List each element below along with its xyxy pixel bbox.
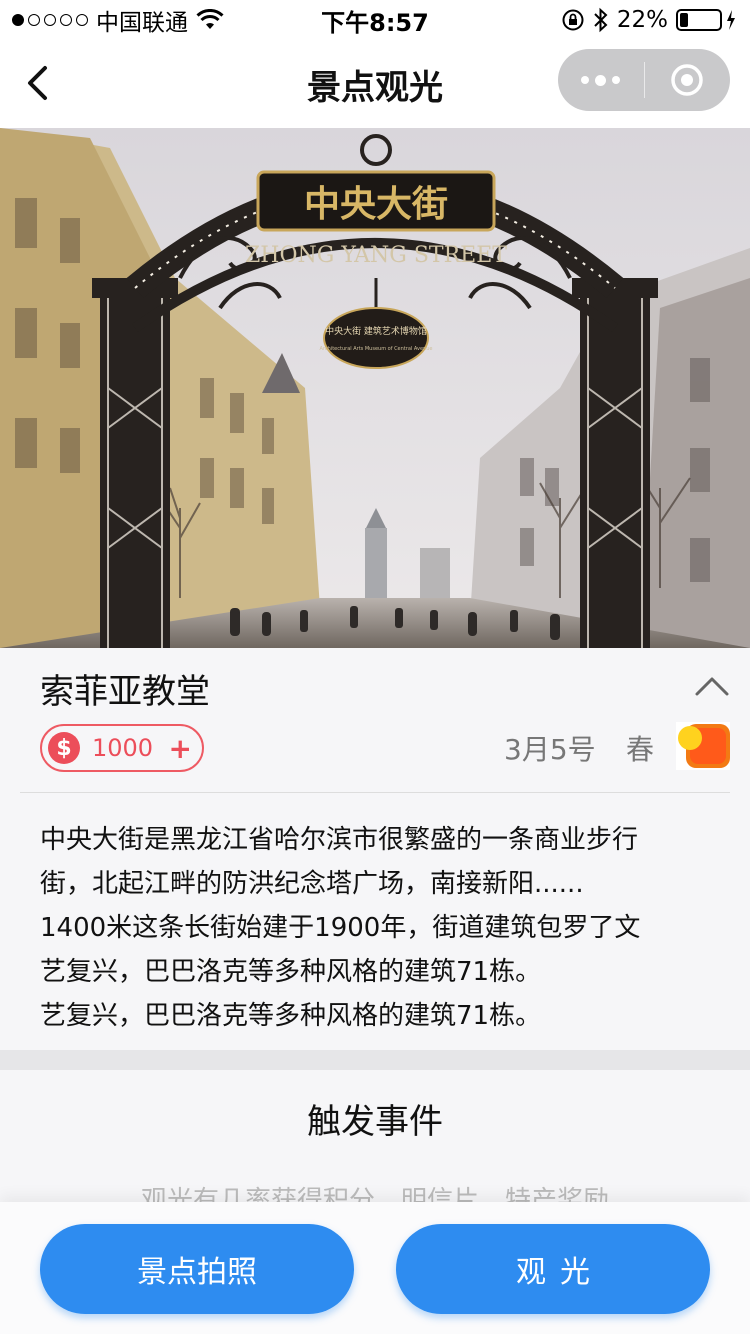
more-dot-icon xyxy=(581,76,590,84)
spot-photo: 中央大街 ZHONG YANG STREET 中央大街 建筑艺术博物馆 Arch… xyxy=(0,128,750,648)
coin-balance[interactable]: $ 1000 + xyxy=(40,724,204,772)
sightseeing-button[interactable]: 观光 xyxy=(396,1224,710,1314)
more-button[interactable] xyxy=(558,49,644,111)
mini-program-capsule xyxy=(558,49,730,111)
rotation-lock-icon xyxy=(562,9,584,31)
street-arch-illustration: 中央大街 ZHONG YANG STREET 中央大街 建筑艺术博物馆 Arch… xyxy=(0,128,750,648)
battery-percent: 22% xyxy=(616,7,668,33)
more-dot-icon xyxy=(595,74,607,86)
date-label: 3月5号 xyxy=(504,733,596,766)
description-line: 1400米这条长街始建于1900年，街道建筑包罗了文 xyxy=(40,913,641,943)
bottom-action-bar: 景点拍照 观光 xyxy=(0,1202,750,1334)
coin-value: 1000 xyxy=(92,734,154,762)
wifi-icon xyxy=(196,9,224,29)
battery-icon xyxy=(676,9,736,31)
sunny-weather-icon xyxy=(676,722,730,770)
spot-photo-button[interactable]: 景点拍照 xyxy=(40,1224,354,1314)
section-divider xyxy=(20,792,730,793)
spot-description: 中央大街是黑龙江省哈尔滨市很繁盛的一条商业步行 街，北起江畔的防洪纪念塔广场，南… xyxy=(40,818,730,1038)
status-bar: 中国联通 下午8:57 22% xyxy=(0,0,750,40)
season-label: 春 xyxy=(626,733,655,766)
page-title: 景点观光 xyxy=(307,67,443,108)
coin-icon: $ xyxy=(48,732,80,764)
arch-sign-en-text: ZHONG YANG STREET xyxy=(245,243,507,268)
status-left: 中国联通 xyxy=(12,3,224,37)
chevron-up-icon xyxy=(695,677,729,696)
arch-sign-text: 中央大街 xyxy=(304,183,448,225)
spot-info-card: 索菲亚教堂 $ 1000 + 3月5号 春 中央大街是黑龙江省哈尔滨市很繁盛的一… xyxy=(0,648,750,1050)
description-line: 中央大街是黑龙江省哈尔滨市很繁盛的一条商业步行 xyxy=(40,825,639,855)
collapse-button[interactable] xyxy=(690,666,734,706)
chevron-left-icon xyxy=(28,66,47,100)
nav-bar: 景点观光 xyxy=(0,40,750,128)
events-title: 触发事件 xyxy=(307,1102,443,1142)
back-button[interactable] xyxy=(14,58,60,108)
bluetooth-icon xyxy=(594,7,608,33)
add-coins-icon[interactable]: + xyxy=(169,732,192,765)
plaque-text: 中央大街 建筑艺术博物馆 xyxy=(325,325,427,337)
carrier-name: 中国联通 xyxy=(96,10,188,36)
plaque-en-text: Architectural Arts Museum of Central Ave… xyxy=(320,346,433,352)
description-line: 街，北起江畔的防洪纪念塔广场，南接新阳...... xyxy=(40,869,584,899)
more-dot-icon xyxy=(612,76,621,84)
close-miniprogram-button[interactable] xyxy=(645,49,731,111)
signal-strength-icon xyxy=(12,14,88,26)
description-line: 艺复兴，巴巴洛克等多种风格的建筑71栋。 xyxy=(40,957,542,987)
description-line: 艺复兴，巴巴洛克等多种风格的建筑71栋。 xyxy=(40,1001,542,1031)
spot-name: 索菲亚教堂 xyxy=(40,672,210,712)
status-right: 22% xyxy=(561,7,736,33)
target-close-icon xyxy=(671,64,703,96)
section-gap xyxy=(0,1050,750,1070)
